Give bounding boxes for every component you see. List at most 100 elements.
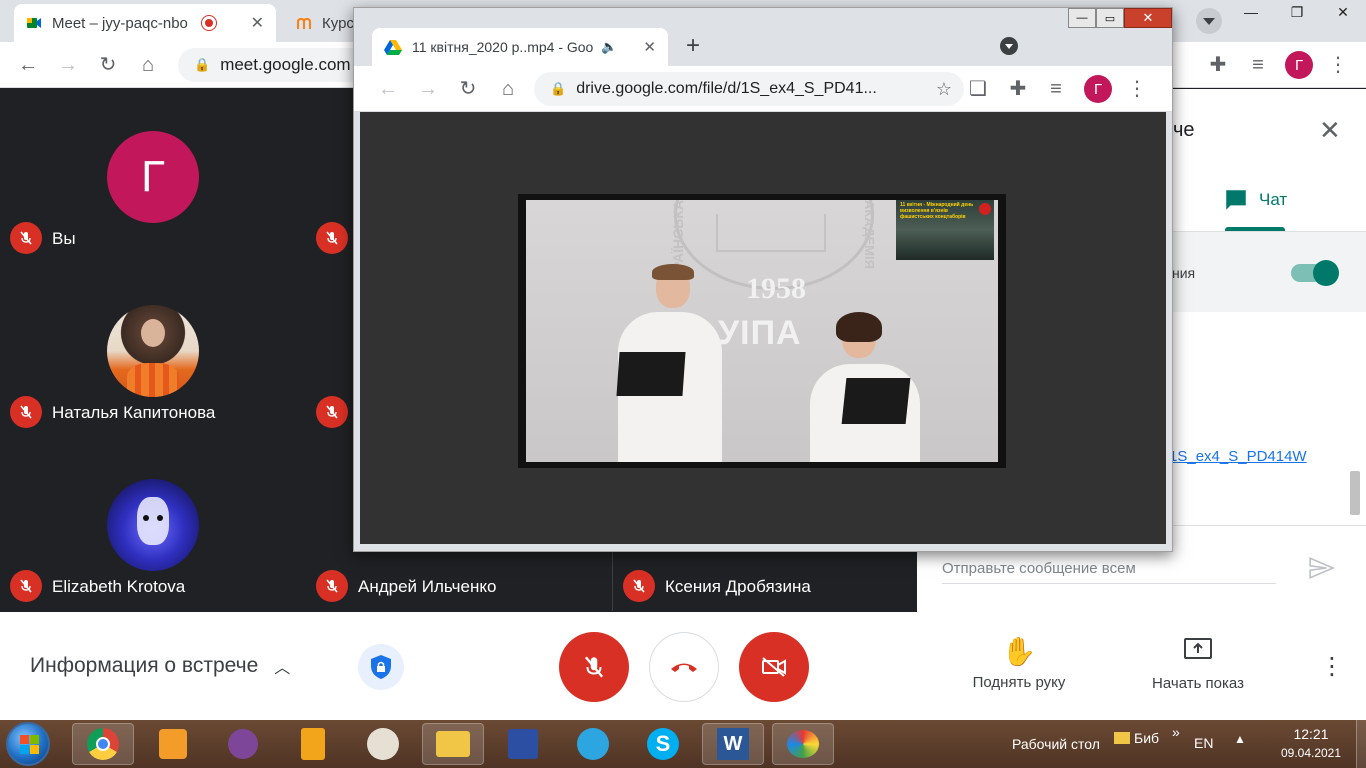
drive-player-window: — ▭ ✕ 11 квітня_2020 р..mp4 - Goo 🔈 ✕ + … (353, 7, 1173, 552)
close-window-button[interactable]: ✕ (1320, 0, 1366, 24)
tab-course[interactable]: Курс (284, 4, 354, 42)
folder-icon (436, 731, 470, 757)
meeting-details-button[interactable]: Информация о встрече ︿ (30, 654, 290, 678)
tab-chat-label: Чат (1259, 190, 1288, 209)
avatar-photo-flowers (107, 305, 199, 397)
address-bar[interactable]: 🔒 drive.google.com/file/d/1S_ex4_S_PD41.… (534, 72, 964, 106)
video-viewer: УКРАЇНСЬКА АКАДЕМІЯ 1958 УІПА 11 квітня … (360, 112, 1166, 544)
send-icon[interactable] (1307, 555, 1335, 581)
tab-meet[interactable]: Meet – jyy-paqc-nbo ✕ (14, 4, 276, 42)
lock-icon: 🔒 (194, 57, 211, 72)
message-input[interactable]: Отправьте сообщение всем (942, 560, 1276, 584)
leave-call-button[interactable] (649, 632, 719, 702)
tab-groups-icon[interactable]: ❏ (966, 77, 990, 101)
taskbar-ship-app[interactable] (492, 723, 554, 765)
telegram-icon (577, 728, 609, 760)
language-indicator[interactable]: EN (1194, 735, 1213, 751)
scrollbar[interactable] (1350, 471, 1360, 515)
more-options-icon[interactable]: ⋮ (1320, 652, 1344, 681)
poster-image: 11 квітня - Міжнародний день визволення … (896, 200, 994, 260)
hang-up-icon (671, 663, 697, 672)
clipboard (841, 378, 911, 424)
skype-icon: S (647, 728, 679, 760)
reload-icon[interactable]: ↻ (96, 53, 120, 77)
media-icon[interactable]: ≡ (1044, 77, 1068, 101)
mic-off-icon (316, 222, 348, 254)
tab-title: Курс (322, 14, 354, 32)
taskbar-chrome[interactable] (72, 723, 134, 765)
home-icon[interactable]: ⌂ (136, 53, 160, 77)
meeting-controls-bar: Информация о встрече ︿ ✋ Поднять руку На… (0, 612, 1366, 720)
address-text: meet.google.com (220, 55, 351, 74)
forward-icon[interactable]: → (56, 53, 80, 77)
chat-toggle[interactable] (1291, 260, 1339, 286)
extensions-icon[interactable]: ✚ (1206, 53, 1230, 77)
show-desktop-button[interactable] (1356, 720, 1366, 768)
clock[interactable]: 12:21 09.04.2021 (1276, 726, 1346, 760)
back-icon[interactable]: ← (16, 53, 40, 77)
forward-icon[interactable]: → (416, 77, 440, 101)
present-now-button[interactable]: Начать показ (1138, 636, 1258, 692)
tor-icon (228, 729, 258, 759)
extensions-icon[interactable]: ✚ (1006, 77, 1030, 101)
close-tab-icon[interactable]: ✕ (643, 38, 656, 56)
chevron-down-icon (1203, 17, 1215, 25)
taskbar-telegram[interactable] (562, 723, 624, 765)
raise-hand-label: Поднять руку (972, 674, 1066, 691)
taskbar-paint[interactable] (772, 723, 834, 765)
close-tab-icon[interactable]: ✕ (243, 13, 264, 33)
taskbar-book[interactable] (282, 723, 344, 765)
speaker-icon[interactable]: 🔈 (601, 39, 617, 55)
toggle-knob (1313, 260, 1339, 286)
taskbar-word[interactable]: W (702, 723, 764, 765)
menu-icon[interactable]: ⋮ (1326, 53, 1350, 77)
taskbar-skype[interactable]: S (632, 723, 694, 765)
hair (652, 264, 694, 280)
tray-expand-icon[interactable]: ▲ (1234, 732, 1246, 746)
close-panel-icon[interactable]: ✕ (1319, 115, 1341, 146)
toolbar-expand-icon[interactable]: » (1172, 724, 1180, 740)
bookmark-star-icon[interactable]: ☆ (936, 79, 952, 100)
taskbar-tor[interactable] (212, 723, 274, 765)
video-player[interactable]: УКРАЇНСЬКА АКАДЕМІЯ 1958 УІПА 11 квітня … (518, 194, 1006, 468)
mic-off-icon (316, 396, 348, 428)
tab-chat[interactable]: Чат (1223, 187, 1287, 213)
taskbar-media-player[interactable] (142, 723, 204, 765)
participant-name: Андрей Ильченко (358, 577, 497, 596)
host-controls-button[interactable] (358, 644, 404, 690)
back-icon[interactable]: ← (376, 77, 400, 101)
minimize-button[interactable]: — (1068, 8, 1096, 28)
chat-link[interactable]: 1S_ex4_S_PD414W (1169, 448, 1307, 465)
microphone-toggle-button[interactable] (559, 632, 629, 702)
profile-avatar[interactable]: Г (1084, 75, 1112, 103)
menu-icon[interactable]: ⋮ (1125, 77, 1149, 101)
raise-hand-button[interactable]: ✋ Поднять руку (960, 636, 1078, 691)
hand-icon: ✋ (1001, 636, 1037, 667)
home-icon[interactable]: ⌂ (496, 77, 520, 101)
mic-off-icon (316, 570, 348, 602)
mic-off-icon (623, 570, 655, 602)
tab-search-button[interactable] (1000, 37, 1018, 55)
tab-drive-video[interactable]: 11 квітня_2020 р..mp4 - Goo 🔈 ✕ (372, 28, 668, 66)
minimize-button[interactable]: — (1228, 0, 1274, 24)
mic-off-icon (10, 570, 42, 602)
tab-search-button[interactable] (1196, 8, 1222, 34)
participant-name: Вы (52, 229, 76, 248)
desktop-toolbar-label[interactable]: Рабочий стол (1012, 736, 1100, 752)
taskbar-pdf24[interactable] (352, 723, 414, 765)
reload-icon[interactable]: ↻ (456, 77, 480, 101)
maximize-button[interactable]: ❐ (1274, 0, 1320, 24)
new-tab-button[interactable]: + (686, 32, 700, 60)
clipboard (616, 352, 686, 396)
chevron-up-icon: ︿ (274, 660, 291, 677)
media-icon[interactable]: ≡ (1246, 53, 1270, 77)
hair (836, 312, 882, 342)
library-toolbar[interactable]: Биб (1114, 730, 1159, 746)
start-button[interactable] (6, 722, 50, 766)
google-drive-icon (384, 40, 402, 55)
profile-avatar[interactable]: Г (1285, 51, 1313, 79)
maximize-button[interactable]: ▭ (1096, 8, 1124, 28)
camera-toggle-button[interactable] (739, 632, 809, 702)
close-window-button[interactable]: ✕ (1124, 8, 1172, 28)
taskbar-explorer[interactable] (422, 723, 484, 765)
